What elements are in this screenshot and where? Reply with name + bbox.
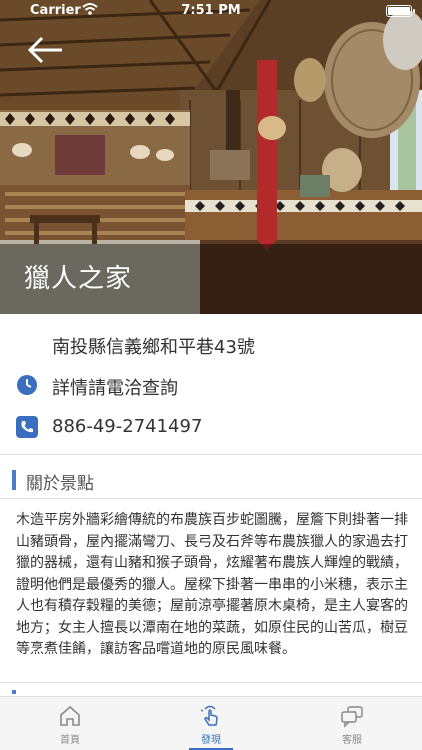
about-section-header: 關於景點 xyxy=(0,462,422,496)
tab-bar: 首頁 發現 客服 xyxy=(0,696,422,750)
place-title: 獵人之家 xyxy=(24,264,133,294)
section-accent-bar xyxy=(12,470,16,490)
tab-support-label: 客服 xyxy=(342,735,362,746)
tab-support[interactable]: 客服 xyxy=(282,697,422,750)
tab-home-label: 首頁 xyxy=(60,735,80,746)
phone-row[interactable]: 886-49-2741497 xyxy=(0,408,422,446)
address-text: 南投縣信義鄉和平巷43號 xyxy=(52,337,255,358)
divider xyxy=(0,454,422,455)
status-bar: Carrier 7:51 PM xyxy=(0,0,422,22)
tab-discover[interactable]: 發現 xyxy=(141,697,281,750)
back-button[interactable] xyxy=(26,32,66,68)
divider xyxy=(0,682,422,683)
home-icon xyxy=(57,703,83,729)
chat-icon xyxy=(339,703,365,729)
touch-icon xyxy=(198,703,224,729)
divider xyxy=(0,498,422,499)
address-row: 南投縣信義鄉和平巷43號 xyxy=(0,325,422,363)
tab-home[interactable]: 首頁 xyxy=(0,697,140,750)
phone-number[interactable]: 886-49-2741497 xyxy=(52,416,202,437)
tab-discover-label: 發現 xyxy=(201,735,221,746)
hours-text: 詳情請電洽查詢 xyxy=(52,378,178,399)
arrow-left-icon xyxy=(27,36,62,64)
about-description: 木造平房外牆彩繪傳統的布農族百步蛇圖騰，屋簷下則掛著一排山豬頭骨，屋內擺滿彎刀、… xyxy=(16,512,408,657)
battery-icon xyxy=(386,5,415,17)
next-section-accent xyxy=(12,690,16,694)
phone-icon xyxy=(16,416,38,438)
hours-row: 詳情請電洽查詢 xyxy=(0,366,422,404)
clock-icon xyxy=(16,374,38,396)
status-time: 7:51 PM xyxy=(181,3,241,18)
about-heading: 關於景點 xyxy=(26,474,94,494)
